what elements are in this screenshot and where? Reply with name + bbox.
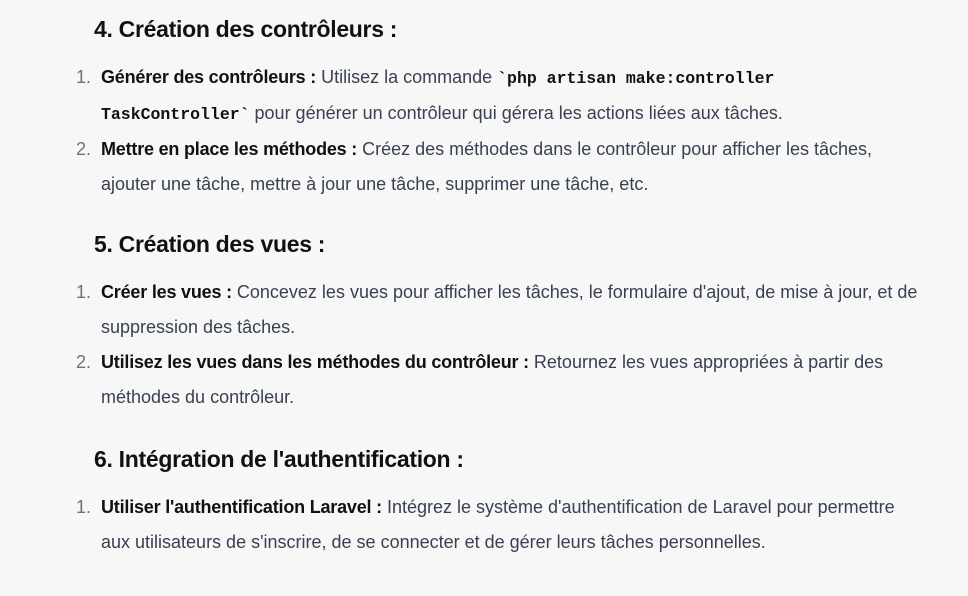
section-heading-controllers: 4. Création des contrôleurs :	[94, 16, 398, 42]
list-item: 2. Utilisez les vues dans les méthodes d…	[0, 345, 968, 415]
section-heading-authentication: 6. Intégration de l'authentification :	[94, 446, 464, 472]
list-item: 1. Utiliser l'authentification Laravel :…	[0, 490, 968, 560]
list-item-title: Générer des contrôleurs :	[101, 67, 317, 87]
list-item: 1. Créer les vues : Concevez les vues po…	[0, 275, 968, 345]
list-item: 1. Générer des contrôleurs : Utilisez la…	[0, 60, 968, 132]
list-item-number: 2.	[76, 139, 92, 159]
authentication-steps-list: 1. Utiliser l'authentification Laravel :…	[0, 490, 968, 560]
list-item-text: Utilisez la commande	[316, 67, 498, 87]
list-item: 2. Mettre en place les méthodes : Créez …	[0, 132, 968, 202]
controllers-steps-list: 1. Générer des contrôleurs : Utilisez la…	[0, 60, 968, 202]
list-item-number: 2.	[76, 352, 92, 372]
list-item-title: Créer les vues :	[101, 282, 232, 302]
list-item-number: 1.	[76, 67, 92, 87]
section-heading-views: 5. Création des vues :	[94, 231, 326, 257]
list-item-number: 1.	[76, 497, 92, 517]
list-item-text: pour générer un contrôleur qui gérera le…	[249, 103, 783, 123]
views-steps-list: 1. Créer les vues : Concevez les vues po…	[0, 275, 968, 415]
list-item-title: Utiliser l'authentification Laravel :	[101, 497, 382, 517]
list-item-number: 1.	[76, 282, 92, 302]
list-item-title: Utilisez les vues dans les méthodes du c…	[101, 352, 529, 372]
chat-message-content: 4. Création des contrôleurs : 1. Générer…	[0, 0, 968, 596]
list-item-title: Mettre en place les méthodes :	[101, 139, 358, 159]
